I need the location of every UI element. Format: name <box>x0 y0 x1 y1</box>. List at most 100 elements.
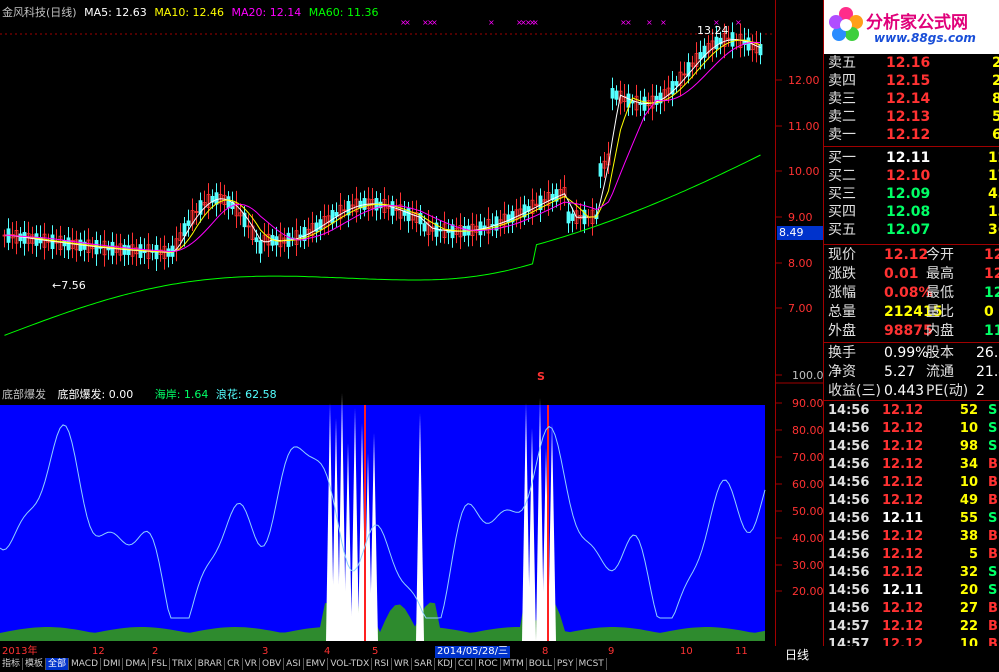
indicator-tab[interactable]: SAR <box>412 658 436 670</box>
indicator-tab[interactable]: ASI <box>284 658 304 670</box>
logo-url[interactable]: www.88gs.com <box>874 31 976 45</box>
indicator-tab[interactable]: VOL-TDX <box>328 658 373 670</box>
indicator-tab[interactable]: EMV <box>304 658 329 670</box>
indicator-tab[interactable]: BRAR <box>196 658 226 670</box>
time-label-2013: 2013年 <box>2 646 38 657</box>
indicator-tab[interactable]: MCST <box>577 658 607 670</box>
tick-time: 14:56 <box>828 493 870 508</box>
indicator-tab[interactable]: CCI <box>456 658 477 670</box>
indicator-tab[interactable]: WR <box>392 658 413 670</box>
indicator-tab[interactable]: DMI <box>101 658 124 670</box>
tick-side: S <box>988 421 998 436</box>
stat-value: 12 <box>984 266 999 282</box>
tick-price: 12.12 <box>882 529 924 544</box>
tick-side: B <box>988 547 998 562</box>
price-axis-canvas <box>776 79 824 592</box>
indicator-tab[interactable]: ROC <box>476 658 501 670</box>
bid-volume: 13 <box>988 204 999 220</box>
tick-volume: 34 <box>959 457 978 472</box>
tick-row[interactable]: 14:56 12.11 55 S <box>828 510 999 528</box>
period-label[interactable]: 日线 <box>785 646 809 663</box>
indicator-tab[interactable]: MACD <box>69 658 102 670</box>
ask-price: 12.13 <box>886 109 931 125</box>
tick-row[interactable]: 14:56 12.12 38 B <box>828 528 999 546</box>
side-tab[interactable]: 模板 <box>23 658 47 670</box>
tick-row[interactable]: 14:56 12.12 27 B <box>828 600 999 618</box>
stat-value: 2 <box>976 383 985 399</box>
indicator-tab[interactable]: TRIX <box>170 658 196 670</box>
ma60-line <box>4 154 761 336</box>
time-axis: 2013年 12 2 3 4 5 2014/05/28/三 8 9 10 11 <box>0 646 775 658</box>
stat-label: 内盘 <box>926 323 954 339</box>
indicator-canvas[interactable] <box>0 383 775 646</box>
time-cursor-label: 2014/05/28/三 <box>435 646 511 658</box>
tick-price: 12.12 <box>882 493 924 508</box>
tick-side: B <box>988 619 998 634</box>
ask-row: 卖五 12.16 2 <box>828 54 999 72</box>
tick-price: 12.12 <box>882 565 924 580</box>
bid-row: 买三 12.09 45 <box>828 185 999 203</box>
bid-level-label: 买一 <box>828 150 856 166</box>
tick-time: 14:56 <box>828 421 870 436</box>
tick-price: 12.12 <box>882 547 924 562</box>
time-label-4: 4 <box>324 646 331 657</box>
candle-body <box>478 221 483 236</box>
bid-level-label: 买三 <box>828 186 856 202</box>
ask-row: 卖一 12.12 6 <box>828 126 999 144</box>
bid-volume: 36 <box>988 222 999 238</box>
indicator-panel[interactable]: 底部爆发 底部爆发: 0.00 海岸: 1.64 浪花: 62.58 <box>0 383 775 646</box>
indicator-tab[interactable]: KDJ <box>435 658 456 670</box>
tick-row[interactable]: 14:56 12.12 49 B <box>828 492 999 510</box>
tick-row[interactable]: 14:56 12.12 5 B <box>828 546 999 564</box>
indicator-tab[interactable]: DMA <box>123 658 150 670</box>
indicator-tab[interactable]: CR <box>225 658 243 670</box>
ind-tick-30: 30.00 <box>792 559 824 572</box>
indicator-tab[interactable]: BOLL <box>527 658 555 670</box>
flower-logo-icon <box>828 6 864 42</box>
tick-time: 14:56 <box>828 547 870 562</box>
tick-row[interactable]: 14:56 12.12 52 S <box>828 402 999 420</box>
indicator-tab[interactable]: PSY <box>555 658 577 670</box>
indicator-tab[interactable]: RSI <box>372 658 392 670</box>
stat-label: 总量 <box>828 304 856 320</box>
indicator-tab[interactable]: FSL <box>149 658 170 670</box>
tick-volume: 98 <box>959 439 978 454</box>
tick-row[interactable]: 14:56 12.12 10 B <box>828 474 999 492</box>
tick-row[interactable]: 14:56 12.12 10 S <box>828 420 999 438</box>
candle-body <box>614 90 619 100</box>
price-tick-8: 8.00 <box>788 257 813 270</box>
ind-tick-80: 80.00 <box>792 424 824 437</box>
tick-volume: 49 <box>959 493 978 508</box>
ind-tick-100: 100.0 <box>792 369 824 382</box>
tick-side: S <box>988 583 998 598</box>
stat-row: 换手 0.99%股本 26.9 <box>828 344 999 362</box>
langhua-label: 浪花: 62.58 <box>215 388 277 401</box>
candle-body <box>226 196 231 209</box>
sell-signal-marker: S <box>537 370 545 383</box>
tick-row[interactable]: 14:56 12.12 34 B <box>828 456 999 474</box>
kline-chart[interactable]: × × × × × × × × × × × × × × × × × 金风科技(日线) MA5: 12.63 MA… <box>0 0 775 383</box>
stat-row: 涨幅 0.08% 最低 12 <box>828 284 999 302</box>
tick-price: 12.11 <box>882 511 924 526</box>
tick-volume: 22 <box>959 619 978 634</box>
tick-volume: 20 <box>959 583 978 598</box>
indicator-tab[interactable]: 全部 <box>46 658 70 670</box>
tick-row[interactable]: 14:56 12.12 32 S <box>828 564 999 582</box>
tick-price: 12.12 <box>882 619 924 634</box>
bid-price: 12.09 <box>886 186 931 202</box>
time-label-5: 5 <box>372 646 379 657</box>
kline-canvas[interactable]: ×× ××× × ××××× ×× × × × × <box>0 0 775 383</box>
indicator-tab[interactable]: OBV <box>260 658 285 670</box>
tick-row[interactable]: 14:56 12.11 20 S <box>828 582 999 600</box>
ind-tick-90: 90.00 <box>792 397 824 410</box>
indicator-tab[interactable]: MTM <box>501 658 527 670</box>
price-tick-11: 11.00 <box>788 120 820 133</box>
indicator-tab[interactable]: VR <box>243 658 261 670</box>
bid-row: 买四 12.08 13 <box>828 203 999 221</box>
candle-body <box>698 52 703 60</box>
stat-label: 量比 <box>926 304 954 320</box>
tick-row[interactable]: 14:57 12.12 22 B <box>828 618 999 636</box>
side-tab[interactable]: 指标 <box>0 658 24 670</box>
tick-row[interactable]: 14:56 12.12 98 S <box>828 438 999 456</box>
tick-price: 12.11 <box>882 583 924 598</box>
